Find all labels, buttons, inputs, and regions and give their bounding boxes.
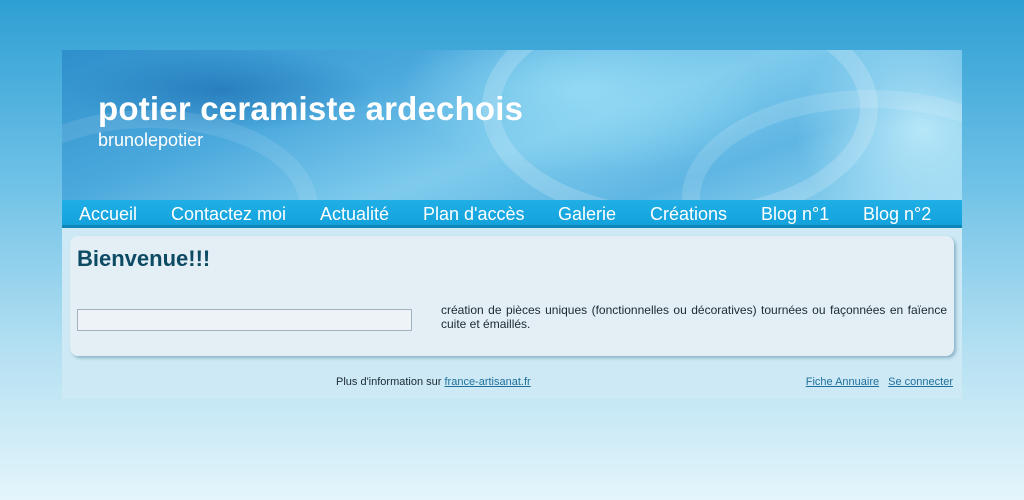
nav-item-blog-2[interactable]: Blog n°2 <box>863 204 931 225</box>
nav-item-actualite[interactable]: Actualité <box>320 204 389 225</box>
description-text: création de pièces uniques (fonctionnell… <box>441 303 947 331</box>
site-header: potier ceramiste ardechois brunolepotier <box>62 50 962 200</box>
footer-links: Fiche Annuaire Se connecter <box>800 376 953 388</box>
fiche-annuaire-link[interactable]: Fiche Annuaire <box>806 376 879 388</box>
page-container: potier ceramiste ardechois brunolepotier… <box>62 50 962 399</box>
site-footer: Plus d'information sur france-artisanat.… <box>62 376 962 390</box>
page-heading: Bienvenue!!! <box>77 246 211 271</box>
nav-item-plan-acces[interactable]: Plan d'accès <box>423 204 525 225</box>
site-subtitle: brunolepotier <box>98 130 204 150</box>
footer-info-text: Plus d'information sur <box>336 376 445 388</box>
nav-item-accueil[interactable]: Accueil <box>79 204 137 225</box>
nav-item-galerie[interactable]: Galerie <box>558 204 616 225</box>
nav-item-creations[interactable]: Créations <box>650 204 727 225</box>
main-nav: Accueil Contactez moi Actualité Plan d'a… <box>62 200 962 228</box>
nav-item-blog-1[interactable]: Blog n°1 <box>761 204 829 225</box>
main-content: Bienvenue!!! création de pièces uniques … <box>70 236 954 356</box>
footer-info: Plus d'information sur france-artisanat.… <box>336 376 531 388</box>
site-title: potier ceramiste ardechois <box>98 90 524 127</box>
nav-item-contactez-moi[interactable]: Contactez moi <box>171 204 286 225</box>
france-artisanat-link[interactable]: france-artisanat.fr <box>444 376 530 388</box>
se-connecter-link[interactable]: Se connecter <box>888 376 953 388</box>
embedded-frame <box>77 309 412 331</box>
